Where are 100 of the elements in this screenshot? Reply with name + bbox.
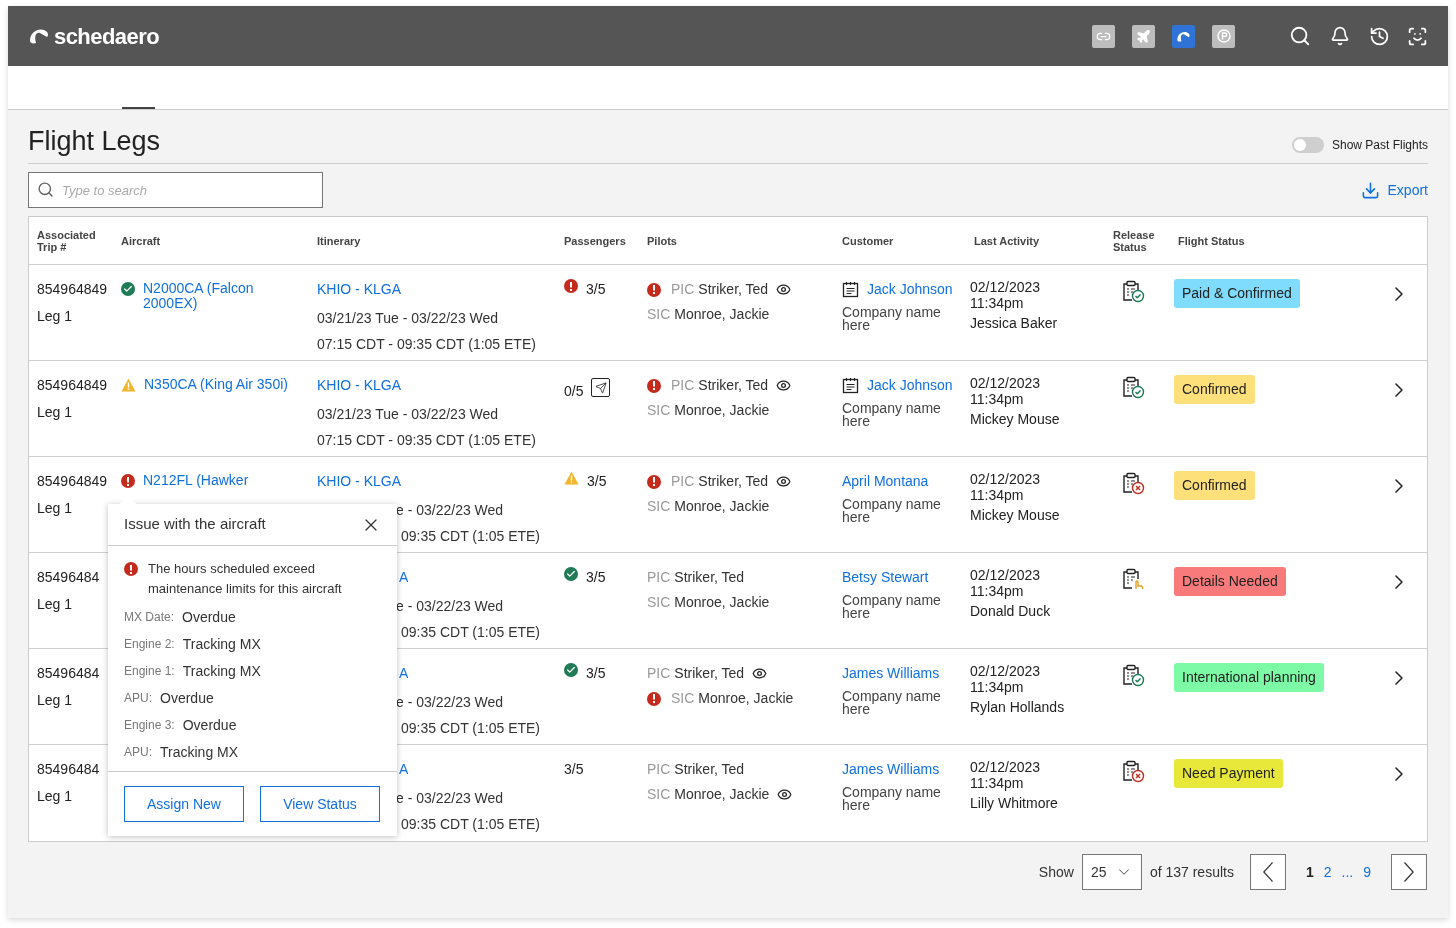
pilot-role: SIC xyxy=(671,689,695,708)
eye-icon[interactable] xyxy=(777,787,793,802)
field-label: APU: xyxy=(124,744,152,761)
field-value: Tracking MX xyxy=(182,634,261,654)
date-range: 03/21/23 Tue - 03/22/23 Wed xyxy=(317,309,499,328)
link-app-icon[interactable] xyxy=(1092,24,1115,48)
flight-status-badge: Confirmed xyxy=(1174,375,1255,404)
page-size-select[interactable]: 25 xyxy=(1081,854,1142,890)
column-header: Passengers xyxy=(563,234,627,247)
activity-date: 02/12/2023 xyxy=(970,567,1042,583)
time-range: 09:35 CDT (1:05 ETE) xyxy=(401,815,541,834)
trip-number: 85496484 xyxy=(37,568,100,587)
eye-icon[interactable] xyxy=(776,378,792,393)
pilot-name: Striker, Ted xyxy=(674,760,745,779)
activity-time: 11:34pm xyxy=(970,487,1025,503)
customer-link[interactable]: April Montana xyxy=(842,471,929,492)
pilot-name: Striker, Ted xyxy=(674,568,745,587)
date-range: e - 03/22/23 Wed xyxy=(396,789,504,808)
page-link[interactable]: 9 xyxy=(1363,861,1371,883)
pilot-role: SIC xyxy=(647,785,671,804)
pilot-role: SIC xyxy=(647,305,671,324)
company-name: Company name here xyxy=(842,786,942,812)
date-range: 03/21/23 Tue - 03/22/23 Wed xyxy=(317,405,499,424)
route-link[interactable]: KHIO - KLGA xyxy=(317,471,402,492)
pilot-role: PIC xyxy=(647,664,671,683)
company-name: Company name here xyxy=(842,306,942,332)
search-icon[interactable] xyxy=(1289,25,1311,47)
bell-icon[interactable] xyxy=(1330,26,1350,46)
customer-link[interactable]: James Williams xyxy=(842,759,940,780)
coin-app-icon[interactable] xyxy=(1212,24,1235,48)
download-icon xyxy=(1360,180,1380,200)
column-header: Customer xyxy=(841,234,895,247)
pilot-name: Striker, Ted xyxy=(674,664,745,683)
issue-message: The hours scheduled exceed maintenance limits for this aircraft xyxy=(148,560,343,598)
activity-date: 02/12/2023 xyxy=(970,471,1042,487)
send-icon[interactable] xyxy=(591,378,611,397)
logo-icon xyxy=(28,27,50,45)
route-link[interactable]: A xyxy=(399,759,409,780)
company-name: Company name here xyxy=(842,498,942,524)
activity-time: 11:34pm xyxy=(970,583,1025,599)
passenger-count: 3/5 xyxy=(586,568,606,587)
search-field[interactable]: Type to search xyxy=(28,172,323,208)
date-range: e - 03/22/23 Wed xyxy=(396,501,504,520)
eye-icon[interactable] xyxy=(776,282,792,297)
leg-label: Leg 1 xyxy=(37,691,73,710)
page-link[interactable]: 2 xyxy=(1323,861,1332,883)
eye-icon[interactable] xyxy=(752,666,768,681)
customer-link[interactable]: Jack Johnson xyxy=(867,279,953,300)
trip-number: 85496484 xyxy=(37,760,100,779)
page-link[interactable]: ... xyxy=(1341,861,1354,883)
route-link[interactable]: A xyxy=(399,663,409,684)
customer-link[interactable]: James Williams xyxy=(842,663,940,684)
leg-label: Leg 1 xyxy=(37,307,73,326)
popup-action-button[interactable]: Assign New xyxy=(124,786,244,822)
aircraft-link[interactable]: N350CA (King Air 350i) xyxy=(144,375,288,392)
aircraft-link[interactable]: N212FL (Hawker xyxy=(143,471,249,488)
flight-status-badge: Details Needed xyxy=(1174,567,1286,596)
route-link[interactable]: KHIO - KLGA xyxy=(317,375,402,396)
time-range: 07:15 CDT - 09:35 CDT (1:05 ETE) xyxy=(317,431,536,450)
flight-status-badge: Confirmed xyxy=(1174,471,1255,500)
leg-label: Leg 1 xyxy=(37,787,73,806)
plane-app-icon[interactable] xyxy=(1132,24,1155,48)
time-range: 09:35 CDT (1:05 ETE) xyxy=(401,623,541,642)
aircraft-link[interactable]: N2000CA (Falcon 2000EX) xyxy=(143,279,301,311)
trip-number: 854964849 xyxy=(37,472,108,491)
logo-app-icon[interactable] xyxy=(1172,24,1195,48)
show-label: Show xyxy=(1038,862,1074,882)
eye-icon[interactable] xyxy=(776,474,792,489)
pilot-name: Monroe, Jackie xyxy=(674,401,770,420)
toggle-switch[interactable] xyxy=(1291,137,1324,153)
field-label: MX Date: xyxy=(124,609,174,626)
next-page-button[interactable] xyxy=(1391,854,1427,890)
route-link[interactable]: A xyxy=(399,567,409,588)
alert-icon xyxy=(124,562,138,576)
flight-status-badge: International planning xyxy=(1174,663,1324,692)
field-label: Engine 1: xyxy=(124,663,175,680)
activity-date: 02/12/2023 xyxy=(970,375,1042,391)
customer-link[interactable]: Jack Johnson xyxy=(867,375,953,396)
activity-date: 02/12/2023 xyxy=(970,279,1042,295)
route-link[interactable]: KHIO - KLGA xyxy=(317,279,402,300)
column-header: Aircraft xyxy=(121,234,162,247)
activity-user: Donald Duck xyxy=(970,603,1052,619)
trip-number: 85496484 xyxy=(37,664,100,683)
profile-icon[interactable] xyxy=(1407,25,1428,47)
column-header: Itinerary xyxy=(316,234,362,247)
company-name: Company name here xyxy=(842,690,942,716)
field-value: Overdue xyxy=(160,688,214,708)
popup-action-button[interactable]: View Status xyxy=(260,786,380,822)
export-button[interactable]: Export xyxy=(1360,179,1428,201)
previous-page-button[interactable] xyxy=(1249,854,1286,890)
date-range: e - 03/22/23 Wed xyxy=(396,693,504,712)
toggle-label: Show Past Flights xyxy=(1331,137,1428,154)
history-icon[interactable] xyxy=(1369,25,1390,47)
customer-link[interactable]: Betsy Stewart xyxy=(842,567,929,588)
activity-user: Rylan Hollands xyxy=(970,699,1066,715)
activity-user: Mickey Mouse xyxy=(970,507,1061,523)
pilot-name: Monroe, Jackie xyxy=(674,497,770,516)
column-header: Pilots xyxy=(646,234,678,247)
page-link[interactable]: 1 xyxy=(1305,861,1314,883)
results-count: of 137 results xyxy=(1149,862,1234,882)
